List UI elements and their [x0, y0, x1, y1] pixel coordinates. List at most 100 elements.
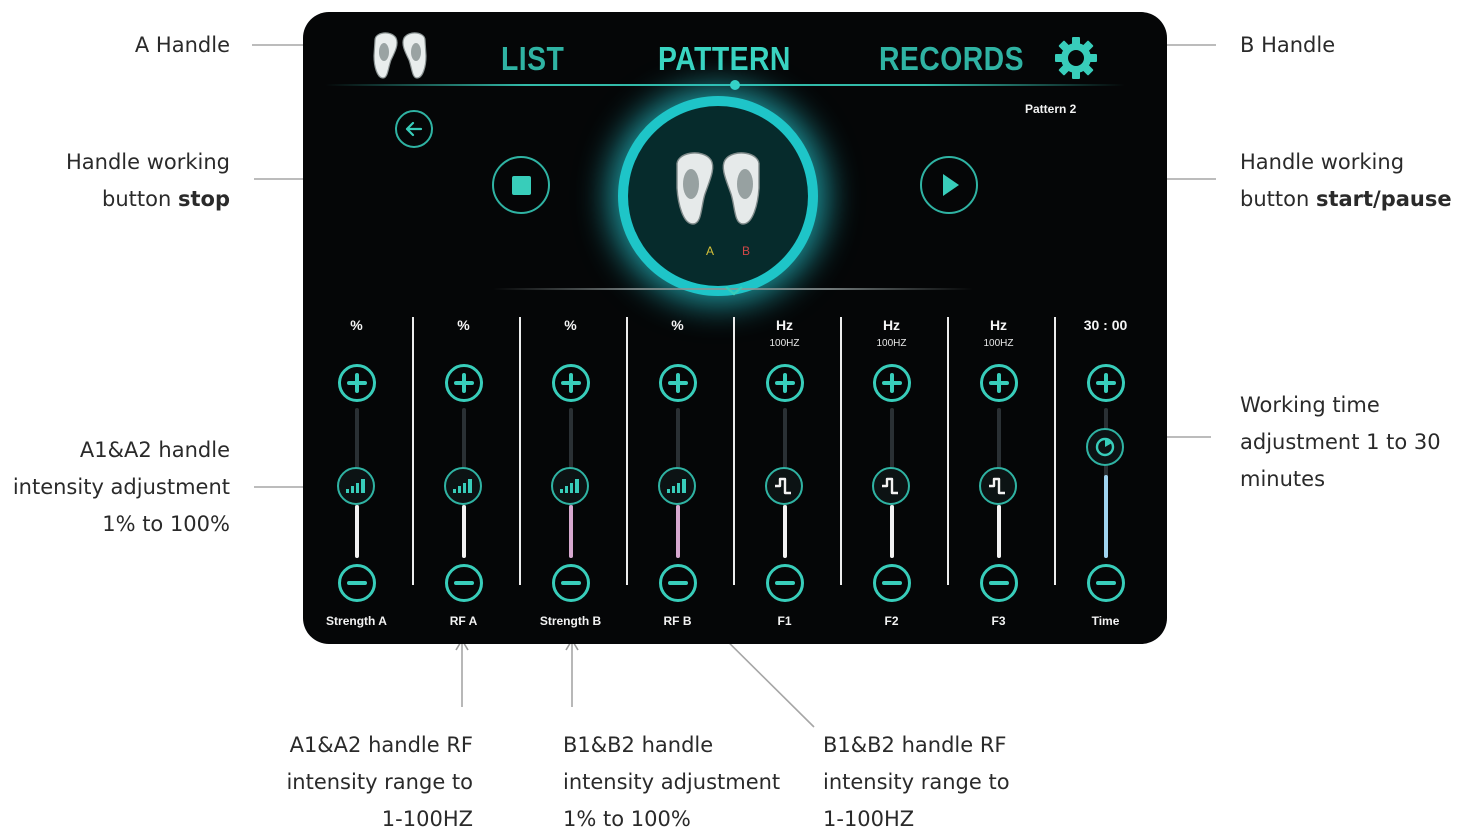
slider-handle[interactable] — [444, 467, 482, 505]
column-label: RF A — [449, 614, 478, 628]
slider-fill — [890, 505, 894, 558]
control-column-rf-a: % RF A — [410, 312, 517, 632]
signal-bars-icon — [346, 479, 365, 493]
increase-button[interactable] — [338, 364, 376, 402]
plus-icon — [882, 373, 902, 393]
decrease-button[interactable] — [873, 564, 911, 602]
column-label: Strength B — [539, 614, 602, 628]
decrease-button[interactable] — [766, 564, 804, 602]
callout-a-intensity: A1&A2 handle intensity adjustment 1% to … — [12, 438, 230, 536]
slider-fill — [569, 505, 573, 558]
handle-selector[interactable]: A B — [628, 106, 808, 286]
minus-icon — [668, 581, 688, 585]
gear-icon[interactable] — [1053, 35, 1099, 81]
plus-icon — [1096, 373, 1116, 393]
stop-icon — [512, 176, 531, 195]
column-label: F2 — [884, 614, 899, 628]
column-unit: % — [457, 317, 470, 333]
pattern-name: Pattern 2 — [1025, 102, 1077, 116]
increase-button[interactable] — [766, 364, 804, 402]
plus-icon — [561, 373, 581, 393]
arrow-left-icon — [405, 121, 423, 137]
increase-button[interactable] — [659, 364, 697, 402]
start-pause-button[interactable] — [920, 156, 978, 214]
clock-icon — [1095, 437, 1115, 457]
tab-pattern[interactable]: PATTERN — [658, 40, 791, 78]
decrease-button[interactable] — [445, 564, 483, 602]
callout-b-intensity: B1&B2 handle intensity adjustment 1% to … — [563, 733, 781, 831]
callout-b-rf: B1&B2 handle RF intensity range to 1-100… — [823, 733, 1010, 831]
minus-icon — [775, 581, 795, 585]
minus-icon — [882, 581, 902, 585]
column-label: Strength A — [326, 614, 387, 628]
increase-button[interactable] — [552, 364, 590, 402]
square-wave-icon — [989, 477, 1005, 495]
slider-handle[interactable] — [872, 467, 910, 505]
minus-icon — [1096, 581, 1116, 585]
slider-fill — [676, 505, 680, 558]
square-wave-icon — [882, 477, 898, 495]
column-label: Time — [1091, 614, 1120, 628]
control-column-f1: Hz 100HZ F1 — [731, 312, 838, 632]
control-column-time: 30 : 00 Time — [1052, 312, 1159, 632]
plus-icon — [989, 373, 1009, 393]
minus-icon — [989, 581, 1009, 585]
slider-handle[interactable] — [1086, 428, 1124, 466]
callout-a-rf: A1&A2 handle RF intensity range to 1-100… — [286, 733, 473, 831]
slider-handle[interactable] — [551, 467, 589, 505]
plus-icon — [668, 373, 688, 393]
handles-logo-icon[interactable] — [369, 30, 431, 82]
increase-button[interactable] — [445, 364, 483, 402]
control-column-f3: Hz 100HZ F3 — [945, 312, 1052, 632]
column-subunit: 100HZ — [983, 338, 1014, 349]
column-subunit: 100HZ — [769, 338, 800, 349]
tab-list[interactable]: LIST — [501, 40, 564, 78]
callout-time: Working time adjustment 1 to 30 minutes — [1240, 393, 1441, 491]
chevron-down-icon[interactable] — [723, 284, 745, 298]
decrease-button[interactable] — [1087, 564, 1125, 602]
play-icon — [943, 174, 959, 196]
active-tab-indicator — [730, 80, 740, 90]
control-column-rf-b: % RF B — [624, 312, 731, 632]
column-unit: 30 : 00 — [1083, 317, 1128, 333]
increase-button[interactable] — [1087, 364, 1125, 402]
slider-handle[interactable] — [979, 467, 1017, 505]
slider-handle[interactable] — [765, 467, 803, 505]
slider-handle[interactable] — [658, 467, 696, 505]
decrease-button[interactable] — [552, 564, 590, 602]
tab-records[interactable]: RECORDS — [879, 40, 1024, 78]
slider-fill — [355, 505, 359, 558]
column-label: F3 — [991, 614, 1006, 628]
callout-start-pause: Handle working button start/pause — [1240, 150, 1452, 211]
control-column-strength-a: % Strength A — [303, 312, 410, 632]
callout-a-handle: A Handle — [134, 33, 230, 57]
decrease-button[interactable] — [659, 564, 697, 602]
minus-icon — [454, 581, 474, 585]
decrease-button[interactable] — [980, 564, 1018, 602]
signal-bars-icon — [560, 479, 579, 493]
plus-icon — [775, 373, 795, 393]
column-subunit: 100HZ — [876, 338, 907, 349]
stop-button[interactable] — [492, 156, 550, 214]
nav-underline — [325, 84, 1125, 86]
control-column-strength-b: % Strength B — [517, 312, 624, 632]
square-wave-icon — [775, 477, 791, 495]
device-screen: LIST PATTERN RECORDS Pattern 2 A B % Str… — [303, 12, 1167, 644]
column-unit: Hz — [989, 317, 1008, 333]
plus-icon — [454, 373, 474, 393]
callout-b-handle: B Handle — [1240, 33, 1336, 57]
column-unit: % — [564, 317, 577, 333]
column-unit: Hz — [882, 317, 901, 333]
increase-button[interactable] — [873, 364, 911, 402]
minus-icon — [561, 581, 581, 585]
back-button[interactable] — [395, 110, 433, 148]
column-label: F1 — [777, 614, 792, 628]
column-unit: % — [671, 317, 684, 333]
decrease-button[interactable] — [338, 564, 376, 602]
slider-fill — [462, 505, 466, 558]
plus-icon — [347, 373, 367, 393]
increase-button[interactable] — [980, 364, 1018, 402]
callout-stop: Handle working button stop — [65, 150, 230, 211]
column-label: RF B — [663, 614, 692, 628]
slider-handle[interactable] — [337, 467, 375, 505]
